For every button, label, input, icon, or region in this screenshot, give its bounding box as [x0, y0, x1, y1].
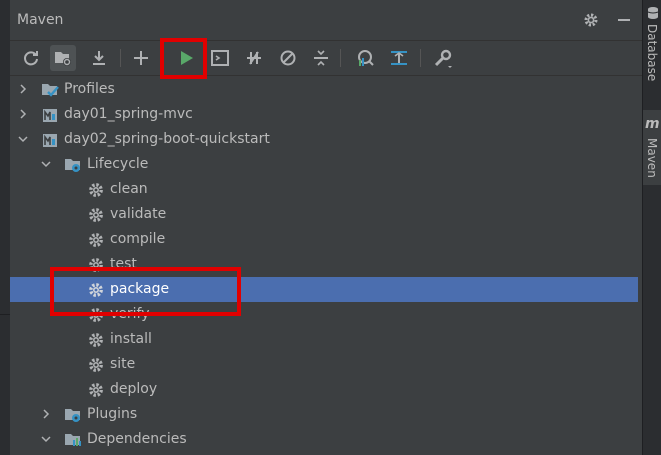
chevron-right-icon[interactable] — [40, 408, 52, 420]
tree-row-goal[interactable]: install — [10, 327, 642, 352]
chevron-down-icon[interactable] — [17, 133, 29, 145]
plus-icon[interactable] — [128, 45, 154, 71]
tree-row-lifecycle[interactable]: Lifecycle — [10, 152, 642, 177]
goal-gear-icon — [89, 283, 103, 297]
gear-icon[interactable] — [581, 10, 601, 30]
tree-row-label: deploy — [110, 381, 158, 397]
tree-row-profiles[interactable]: Profiles — [10, 77, 642, 102]
download-icon[interactable] — [86, 45, 112, 71]
goal-gear-icon — [89, 333, 103, 347]
goal-gear-icon — [89, 233, 103, 247]
tool-tab-maven[interactable]: m Maven — [643, 110, 661, 185]
tree-row-label: Plugins — [87, 406, 138, 422]
skip-tests-icon[interactable] — [275, 45, 301, 71]
play-icon[interactable] — [173, 45, 199, 71]
maven-projects-tree: Profiles day01_spring-mvc day02_spring-b… — [10, 76, 642, 455]
right-tool-strip: Database m Maven — [642, 0, 661, 455]
lifecycle-folder-icon — [65, 159, 80, 172]
goal-gear-icon — [89, 208, 103, 222]
refresh-icon[interactable] — [18, 45, 44, 71]
tree-row-goal[interactable]: clean — [10, 177, 642, 202]
tree-row-goal[interactable]: verify — [10, 302, 642, 327]
offline-icon[interactable] — [241, 45, 267, 71]
folder-refresh-icon[interactable] — [50, 45, 76, 71]
tool-tab-database[interactable]: Database — [643, 6, 661, 101]
tree-row-goal[interactable]: test — [10, 252, 642, 277]
toolbar-separator — [420, 49, 421, 67]
goal-gear-icon — [89, 258, 103, 272]
tree-row-label: site — [110, 356, 136, 372]
chevron-right-icon[interactable] — [17, 108, 29, 120]
tree-row-goal-selected[interactable]: package — [10, 277, 642, 302]
database-icon — [647, 7, 659, 19]
dependencies-diagram-icon[interactable] — [352, 45, 378, 71]
tree-row-label: validate — [110, 206, 167, 222]
maven-module-icon — [43, 109, 57, 122]
profiles-icon — [42, 84, 59, 97]
tree-row-label: install — [110, 331, 152, 347]
maven-tool-window: Maven Profiles day01_spring-mvc day02_sp… — [10, 0, 642, 455]
tree-row-label: compile — [110, 231, 166, 247]
collapse-all-icon[interactable] — [308, 45, 334, 71]
plugins-folder-icon — [65, 409, 80, 422]
minimize-icon[interactable] — [614, 10, 634, 30]
maven-m-icon: m — [645, 116, 660, 132]
maven-module-icon — [43, 134, 57, 147]
tree-row-goal[interactable]: validate — [10, 202, 642, 227]
goal-gear-icon — [89, 183, 103, 197]
tree-row-label: clean — [110, 181, 148, 197]
tree-row-label: Lifecycle — [87, 156, 149, 172]
chevron-down-icon[interactable] — [40, 433, 52, 445]
goal-gear-icon — [89, 358, 103, 372]
tree-row-module[interactable]: day02_spring-boot-quickstart — [10, 127, 642, 152]
wrench-icon[interactable] — [430, 45, 456, 71]
editor-edge — [0, 0, 10, 455]
tree-row-label: verify — [110, 306, 150, 322]
goal-gear-icon — [89, 308, 103, 322]
tree-row-label: Profiles — [64, 81, 115, 97]
tree-row-goal[interactable]: deploy — [10, 377, 642, 402]
tree-row-goal[interactable]: compile — [10, 227, 642, 252]
goal-gear-icon — [89, 383, 103, 397]
tree-row-label: day01_spring-mvc — [64, 106, 193, 122]
tree-row-module[interactable]: day01_spring-mvc — [10, 102, 642, 127]
toolbar-separator — [340, 49, 341, 67]
tool-tab-label: Maven — [645, 138, 659, 178]
tool-tab-label: Database — [645, 24, 659, 82]
tree-row-label: Dependencies — [87, 431, 187, 447]
chevron-down-icon[interactable] — [40, 158, 52, 170]
tree-row-label: test — [110, 256, 137, 272]
divider — [0, 314, 10, 315]
chevron-right-icon[interactable] — [17, 83, 29, 95]
tree-row-dependencies[interactable]: Dependencies — [10, 427, 642, 452]
tool-window-header: Maven — [10, 0, 642, 41]
expand-all-icon[interactable] — [386, 45, 412, 71]
tree-row-plugins[interactable]: Plugins — [10, 402, 642, 427]
tree-row-goal[interactable]: site — [10, 352, 642, 377]
dependencies-folder-icon — [65, 434, 81, 446]
tool-window-title: Maven — [17, 12, 64, 28]
tree-row-label: day02_spring-boot-quickstart — [64, 131, 270, 147]
tree-row-label: package — [110, 281, 170, 297]
toolbar-separator — [120, 49, 121, 67]
maven-toolbar — [10, 41, 642, 76]
terminal-icon[interactable] — [207, 45, 233, 71]
